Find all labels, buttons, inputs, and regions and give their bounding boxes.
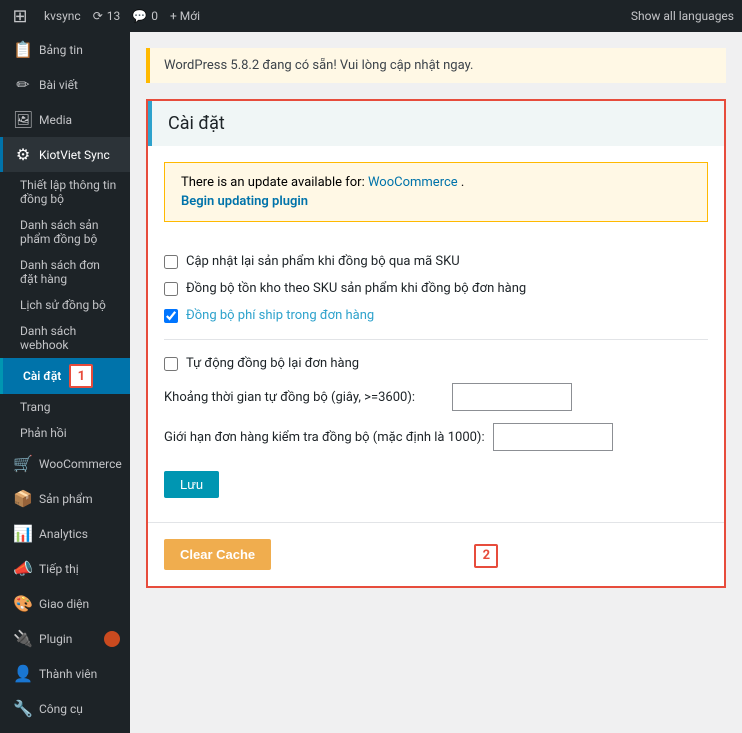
checkbox-row-2: Đồng bộ tồn kho theo SKU sản phẩm khi đồ… bbox=[164, 281, 708, 296]
show-all-languages[interactable]: Show all languages bbox=[631, 9, 734, 23]
annotation-1: 1 bbox=[69, 364, 93, 388]
sidebar-sub-danh-sach-sp[interactable]: Danh sách sản phẩm đồng bộ bbox=[0, 212, 130, 252]
sidebar-item-tiep-thi[interactable]: 📣 Tiếp thị bbox=[0, 551, 130, 586]
checkbox-inventory-sync[interactable] bbox=[164, 282, 178, 296]
checkbox-row-1: Cập nhật lại sản phẩm khi đồng bộ qua mã… bbox=[164, 254, 708, 269]
comment-icon-bar[interactable]: 💬 0 bbox=[132, 9, 158, 23]
checkbox-auto-sync[interactable] bbox=[164, 357, 178, 371]
save-button[interactable]: Lưu bbox=[164, 471, 219, 498]
products-icon: 📦 bbox=[13, 489, 33, 508]
sidebar-sub-phan-hoi[interactable]: Phản hồi bbox=[0, 420, 130, 446]
sidebar: 📋 Bảng tin ✏ Bài viết 🖼 Media ⚙ KiotViet… bbox=[0, 32, 130, 733]
kiotviet-icon: ⚙ bbox=[13, 145, 33, 164]
sidebar-item-bai-viet[interactable]: ✏ Bài viết bbox=[0, 67, 130, 102]
checkbox-label-4: Tự động đồng bộ lại đơn hàng bbox=[186, 356, 359, 371]
checkbox-row-3: Đồng bộ phí ship trong đơn hàng bbox=[164, 308, 708, 323]
plugin-icon: 🔌 bbox=[13, 629, 33, 648]
annotation-2: 2 bbox=[474, 544, 498, 568]
posts-icon: ✏ bbox=[13, 75, 33, 94]
sidebar-item-cai-dat-main[interactable]: ⚙ Cài đặt bbox=[0, 726, 130, 733]
sidebar-sub-danh-sach-don[interactable]: Danh sách đơn đặt hàng bbox=[0, 252, 130, 292]
sidebar-sub-lich-su[interactable]: Lịch sử đồng bộ bbox=[0, 292, 130, 318]
users-icon: 👤 bbox=[13, 664, 33, 683]
checkbox-sku-update[interactable] bbox=[164, 255, 178, 269]
admin-bar: ⊞ kvsync ⟳ 13 💬 0 + Mới Show all languag… bbox=[0, 0, 742, 32]
content-area: WordPress 5.8.2 đang có sẵn! Vui lòng cậ… bbox=[130, 32, 742, 733]
new-button[interactable]: + Mới bbox=[170, 9, 200, 23]
sidebar-item-analytics[interactable]: 📊 Analytics bbox=[0, 516, 130, 551]
update-count[interactable]: ⟳ 13 bbox=[93, 9, 121, 23]
divider-1 bbox=[164, 339, 708, 340]
begin-updating-link[interactable]: Begin updating plugin bbox=[181, 194, 691, 209]
checkbox-label-3: Đồng bộ phí ship trong đơn hàng bbox=[186, 308, 374, 323]
form-row-limit: Giới hạn đơn hàng kiểm tra đồng bộ (mặc … bbox=[164, 423, 708, 451]
limit-input[interactable] bbox=[493, 423, 613, 451]
checkbox-label-2: Đồng bộ tồn kho theo SKU sản phẩm khi đồ… bbox=[186, 281, 526, 296]
sidebar-item-giao-dien[interactable]: 🎨 Giao diện bbox=[0, 586, 130, 621]
sidebar-sub-cai-dat[interactable]: Cài đặt 1 bbox=[0, 358, 130, 394]
wp-logo-icon[interactable]: ⊞ bbox=[8, 4, 32, 28]
sidebar-item-bang-tin[interactable]: 📋 Bảng tin bbox=[0, 32, 130, 67]
sidebar-item-woocommerce[interactable]: 🛒 WooCommerce bbox=[0, 446, 130, 481]
marketing-icon: 📣 bbox=[13, 559, 33, 578]
interval-input[interactable] bbox=[452, 383, 572, 411]
sidebar-item-cong-cu[interactable]: 🔧 Công cụ bbox=[0, 691, 130, 726]
tools-icon: 🔧 bbox=[13, 699, 33, 718]
site-name[interactable]: kvsync bbox=[44, 9, 81, 23]
update-available-box: There is an update available for: WooCom… bbox=[164, 162, 708, 222]
interval-label: Khoảng thời gian tự đồng bộ (giây, >=360… bbox=[164, 390, 444, 405]
cache-section: Clear Cache 2 bbox=[148, 522, 724, 586]
form-area: Cập nhật lại sản phẩm khi đồng bộ qua mã… bbox=[148, 238, 724, 514]
sidebar-item-kiotviet-sync[interactable]: ⚙ KiotViet Sync bbox=[0, 137, 130, 172]
woocommerce-icon: 🛒 bbox=[13, 454, 33, 473]
checkbox-row-4: Tự động đồng bộ lại đơn hàng bbox=[164, 356, 708, 371]
limit-label: Giới hạn đơn hàng kiểm tra đồng bộ (mặc … bbox=[164, 430, 485, 445]
checkbox-shipping-fee[interactable] bbox=[164, 309, 178, 323]
settings-panel: Cài đặt There is an update available for… bbox=[146, 99, 726, 588]
sidebar-sub-trang[interactable]: Trang bbox=[0, 394, 130, 420]
sidebar-item-thanh-vien[interactable]: 👤 Thành viên bbox=[0, 656, 130, 691]
sidebar-item-plugin[interactable]: 🔌 Plugin bbox=[0, 621, 130, 656]
plugin-badge bbox=[104, 631, 120, 647]
sidebar-item-san-pham[interactable]: 📦 Sản phẩm bbox=[0, 481, 130, 516]
checkbox-label-1: Cập nhật lại sản phẩm khi đồng bộ qua mã… bbox=[186, 254, 460, 269]
wp-update-notice: WordPress 5.8.2 đang có sẵn! Vui lòng cậ… bbox=[146, 48, 726, 83]
main-layout: 📋 Bảng tin ✏ Bài viết 🖼 Media ⚙ KiotViet… bbox=[0, 32, 742, 733]
media-icon: 🖼 bbox=[13, 110, 33, 129]
analytics-icon: 📊 bbox=[13, 524, 33, 543]
form-row-interval: Khoảng thời gian tự đồng bộ (giây, >=360… bbox=[164, 383, 708, 411]
clear-cache-button[interactable]: Clear Cache bbox=[164, 539, 271, 570]
sidebar-item-media[interactable]: 🖼 Media bbox=[0, 102, 130, 137]
sidebar-sub-thiet-lap[interactable]: Thiết lập thông tin đồng bộ bbox=[0, 172, 130, 212]
settings-header: Cài đặt bbox=[148, 101, 724, 146]
woocommerce-link[interactable]: WooCommerce bbox=[368, 175, 458, 190]
dashboard-icon: 📋 bbox=[13, 40, 33, 59]
appearance-icon: 🎨 bbox=[13, 594, 33, 613]
sidebar-sub-webhook[interactable]: Danh sách webhook bbox=[0, 318, 130, 358]
